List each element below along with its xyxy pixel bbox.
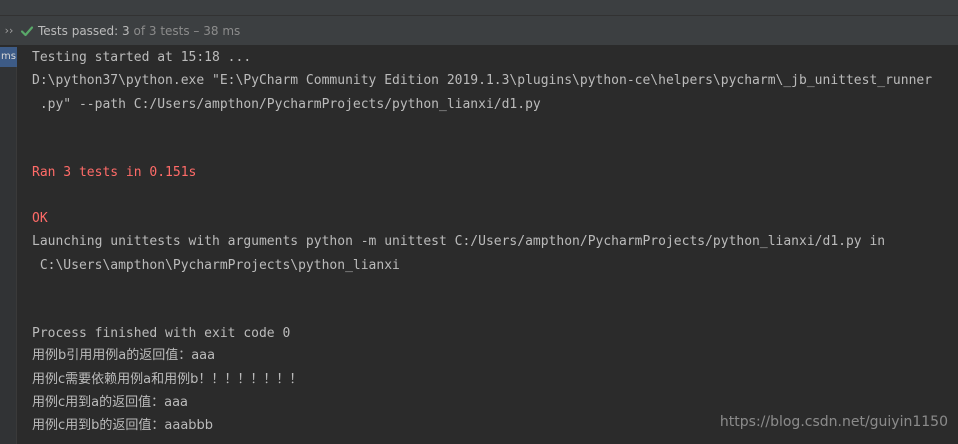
top-toolbar-strip [0,0,958,16]
console-line: 用例c用到b的返回值：aaabbb [32,418,214,433]
test-status-bar: ›› Tests passed: 3 of 3 tests – 38 ms [0,16,958,46]
console-line: Process finished with exit code 0 [32,326,291,341]
console-line: Testing started at 15:18 ... [32,50,252,65]
check-icon [19,23,35,39]
console-output[interactable]: Testing started at 15:18 ... D:\python37… [32,47,954,444]
gutter-tab[interactable]: ms [0,47,17,67]
console-line-stderr: Ran 3 tests in 0.151s [32,165,197,180]
console-line: C:\Users\ampthon\PycharmProjects\python_… [32,258,400,273]
expand-icon[interactable]: ›› [0,16,18,46]
status-passed-label: Tests passed: 3 [38,23,130,38]
console-line: Launching unittests with arguments pytho… [32,234,886,249]
console-line: 用例c需要依赖用例a和用例b！！！！！！！！ [32,372,303,387]
console-gutter: ms [0,47,17,444]
status-total-label: of 3 tests – 38 ms [129,23,241,38]
console-line: D:\python37\python.exe "E:\PyCharm Commu… [32,73,933,88]
console-line: 用例c用到a的返回值：aaa [32,395,189,410]
console-line: .py" --path C:/Users/ampthon/PycharmProj… [32,97,541,112]
console-line-stderr: OK [32,211,48,226]
console-line: 用例b引用用例a的返回值：aaa [32,348,216,363]
watermark: https://blog.csdn.net/guiyin1150 [719,414,948,430]
